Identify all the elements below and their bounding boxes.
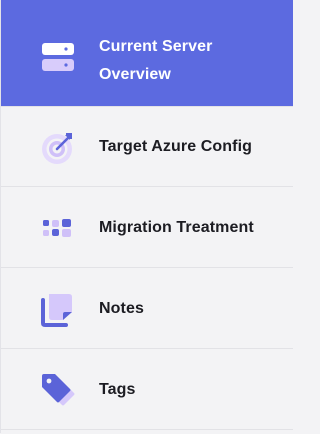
sidebar-bottom-divider	[1, 429, 293, 434]
sidebar-item-label: Target Azure Config	[99, 138, 253, 155]
sidebar-item-current-server-overview[interactable]: Current Server Overview	[1, 0, 293, 106]
sidebar-item-tags[interactable]: Tags	[1, 348, 293, 429]
sidebar-item-migration-treatment[interactable]: Migration Treatment	[1, 186, 293, 267]
sidebar-nav: Current Server Overview Target Azure Con…	[0, 0, 293, 434]
grid-dots-icon	[39, 209, 77, 247]
target-icon	[39, 129, 77, 167]
notes-icon	[39, 290, 77, 328]
sidebar-item-label: Current Server Overview	[99, 33, 212, 89]
sidebar-item-label: Migration Treatment	[99, 219, 254, 236]
sidebar-item-label-line2: Overview	[99, 66, 171, 83]
server-icon	[39, 38, 77, 76]
sidebar-item-target-azure-config[interactable]: Target Azure Config	[1, 106, 293, 186]
sidebar-item-notes[interactable]: Notes	[1, 267, 293, 348]
sidebar-item-label: Notes	[99, 300, 144, 317]
sidebar-item-label: Tags	[99, 381, 136, 398]
sidebar-item-label-line1: Current Server	[99, 38, 213, 55]
tag-icon	[39, 371, 77, 409]
